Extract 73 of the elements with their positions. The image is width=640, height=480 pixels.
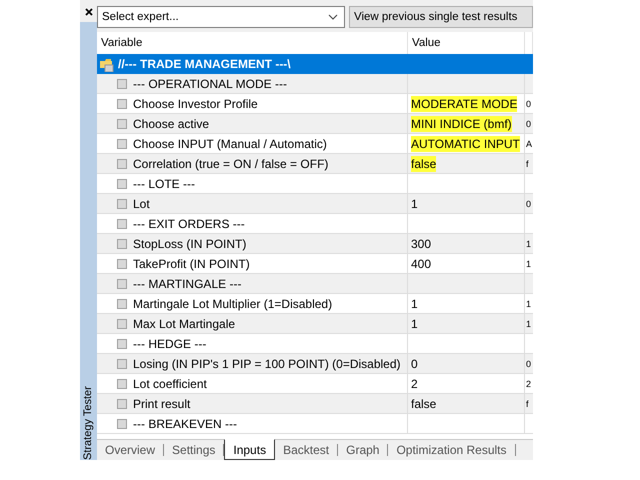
variable-name: --- OPERATIONAL MODE --- — [133, 76, 287, 90]
value-text[interactable]: false — [411, 156, 436, 172]
row-checkbox[interactable] — [117, 218, 127, 228]
variable-name: Martingale Lot Multiplier (1=Disabled) — [133, 296, 332, 310]
row-checkbox[interactable] — [117, 378, 127, 388]
variable-name: --- BREAKEVEN --- — [133, 416, 238, 430]
tab[interactable]: Optimization Results — [388, 444, 516, 456]
folder-icon — [99, 56, 116, 72]
variable-name: Losing (IN PIP's 1 PIP = 100 POINT) (0=Disabled) — [133, 356, 401, 370]
variable-name: TakeProfit (IN POINT) — [133, 256, 250, 270]
tab[interactable]: Graph — [338, 444, 388, 456]
table-cell: 0 — [526, 358, 532, 368]
tab[interactable]: Inputs — [224, 439, 276, 460]
variable-name: Choose active — [133, 116, 210, 130]
variable-name: --- EXIT ORDERS --- — [133, 216, 245, 230]
tab[interactable]: Overview — [97, 444, 164, 456]
table-cell: 0 — [526, 118, 532, 128]
row-checkbox[interactable] — [117, 398, 127, 408]
variable-name: Max Lot Martingale — [133, 316, 236, 330]
view-results-button[interactable]: View previous single test results — [349, 6, 533, 28]
value-text[interactable]: 300 — [411, 236, 432, 252]
value-text[interactable]: 1 — [411, 296, 418, 312]
row-checkbox[interactable] — [117, 238, 127, 248]
close-icon[interactable] — [84, 8, 92, 16]
table-cell: 1 — [526, 258, 532, 268]
variable-name: Choose INPUT (Manual / Automatic) — [133, 136, 327, 150]
table-cell: A — [526, 138, 532, 148]
row-checkbox[interactable] — [117, 298, 127, 308]
table-cell: f — [526, 158, 529, 168]
panel-title: Strategy Tester — [80, 22, 97, 460]
table-cell: 1 — [526, 238, 532, 248]
value-text[interactable]: 2 — [411, 376, 418, 392]
table-cell: 1 — [526, 298, 532, 308]
value-text[interactable]: 0 — [411, 356, 418, 372]
variable-name: Choose Investor Profile — [133, 96, 258, 110]
row-checkbox[interactable] — [117, 338, 127, 348]
row-checkbox[interactable] — [117, 418, 127, 428]
row-checkbox[interactable] — [117, 198, 127, 208]
group-label: //--- TRADE MANAGEMENT ---\ — [118, 57, 291, 71]
value-text[interactable]: AUTOMATIC INPUT — [411, 136, 520, 152]
table-cell: 2 — [526, 378, 532, 388]
row-checkbox[interactable] — [117, 158, 127, 168]
value-text[interactable]: 400 — [411, 256, 432, 272]
table-cell: f — [526, 398, 529, 408]
variable-name: --- LOTE --- — [133, 176, 195, 190]
tab[interactable]: Backtest — [275, 444, 338, 456]
chevron-down-icon — [328, 14, 338, 20]
table-cell: 0 — [526, 198, 532, 208]
variable-name: --- MARTINGALE --- — [133, 276, 242, 290]
value-text[interactable]: MODERATE MODE — [411, 96, 518, 112]
variable-name: Print result — [133, 396, 190, 410]
row-checkbox[interactable] — [117, 78, 127, 88]
variable-name: StopLoss (IN POINT) — [133, 236, 246, 250]
table-cell: 0 — [526, 98, 532, 108]
row-checkbox[interactable] — [117, 358, 127, 368]
row-checkbox[interactable] — [117, 278, 127, 288]
row-checkbox[interactable] — [117, 138, 127, 148]
variable-name: Correlation (true = ON / false = OFF) — [133, 156, 328, 170]
table-cell: 1 — [526, 318, 532, 328]
expert-select[interactable]: Select expert... — [97, 6, 345, 28]
value-text[interactable]: 1 — [411, 316, 418, 332]
variable-name: Lot coefficient — [133, 376, 207, 390]
value-text[interactable]: 1 — [411, 196, 418, 212]
row-checkbox[interactable] — [117, 178, 127, 188]
row-checkbox[interactable] — [117, 318, 127, 328]
row-checkbox[interactable] — [117, 98, 127, 108]
row-checkbox[interactable] — [117, 258, 127, 268]
variable-name: --- HEDGE --- — [133, 336, 206, 350]
variable-name: Lot — [133, 196, 150, 210]
value-text[interactable]: MINI INDICE (bmf) — [411, 116, 512, 132]
row-checkbox[interactable] — [117, 118, 127, 128]
group-row[interactable]: //--- TRADE MANAGEMENT ---\ — [97, 54, 533, 74]
value-text[interactable]: false — [411, 396, 436, 412]
